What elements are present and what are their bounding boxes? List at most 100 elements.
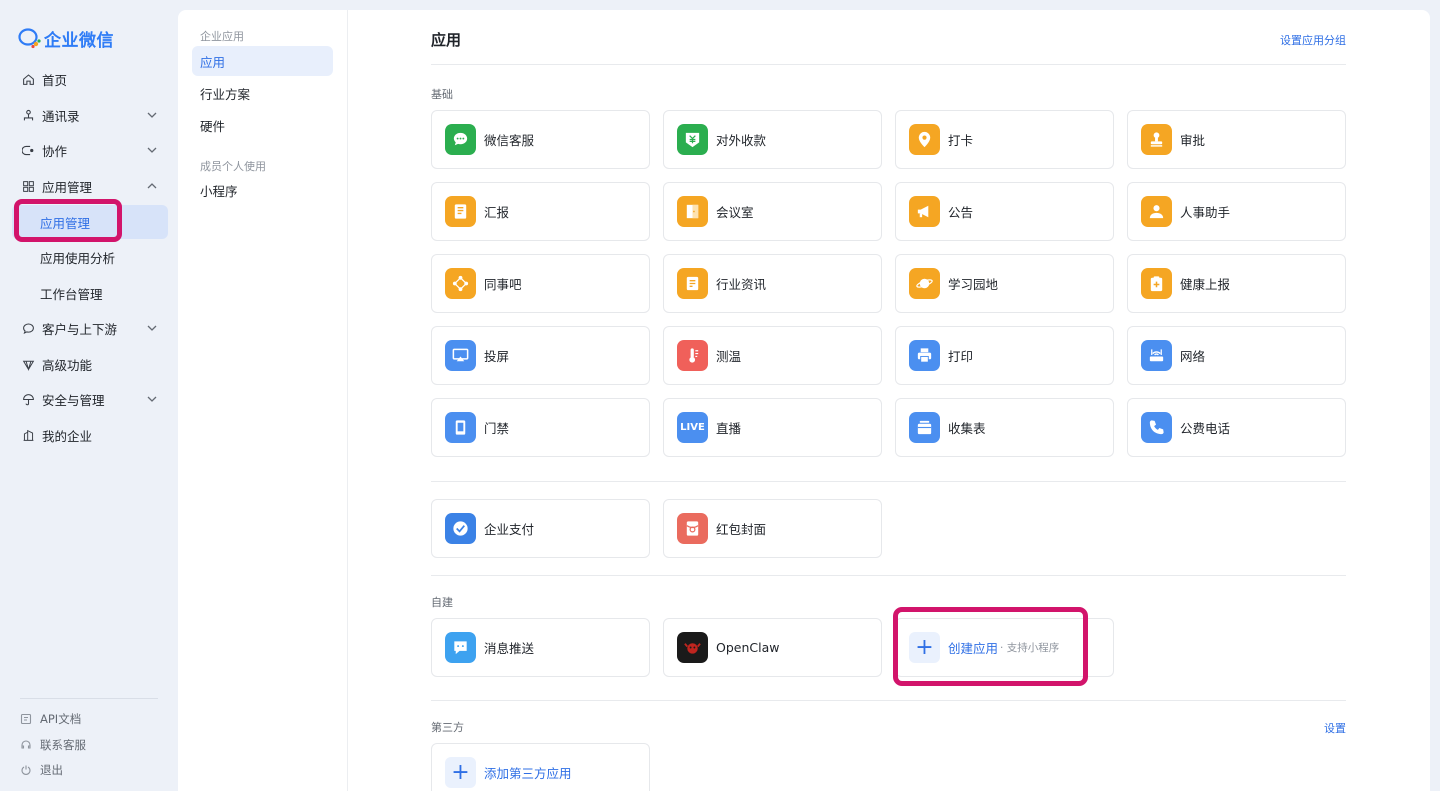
nav-collab[interactable]: 协作 (12, 133, 168, 167)
router-icon (1141, 340, 1172, 371)
collab-icon (20, 142, 36, 158)
app-card[interactable]: 审批 (1127, 110, 1346, 169)
app-label: 投屏 (484, 349, 510, 364)
app-label: 收集表 (948, 421, 986, 436)
app-label: 网络 (1180, 349, 1206, 364)
page-title: 应用 (431, 31, 462, 49)
nav-label: 工作台管理 (40, 286, 103, 302)
wechat-cs-icon (445, 124, 476, 155)
door-icon (677, 196, 708, 227)
building-icon (20, 427, 36, 443)
add-third-party-card[interactable]: + 添加第三方应用 (431, 743, 650, 791)
wecom-logo[interactable]: 企业微信 (18, 26, 114, 51)
nav-contact-support[interactable]: 联系客服 (20, 735, 86, 755)
app-label: 汇报 (484, 205, 510, 220)
app-label: 门禁 (484, 421, 510, 436)
nav-label: 通讯录 (42, 108, 80, 124)
third-party-settings-link[interactable]: 设置 (1324, 720, 1346, 736)
nav-label: 客户与上下游 (42, 321, 118, 337)
nav-logout[interactable]: 退出 (20, 760, 63, 780)
app-card[interactable]: 门禁 (431, 398, 650, 457)
logo-text: 企业微信 (44, 30, 114, 51)
nav-label: 我的企业 (42, 428, 93, 444)
subnav-item-miniprogram[interactable]: 小程序 (192, 175, 333, 205)
news-icon (677, 268, 708, 299)
app-card[interactable]: 打印 (895, 326, 1114, 385)
nav-bottom-label: 联系客服 (40, 738, 86, 752)
nav-api-docs[interactable]: API文档 (20, 709, 81, 729)
app-card[interactable]: 打卡 (895, 110, 1114, 169)
screen-cast-icon (445, 340, 476, 371)
app-card[interactable]: 企业支付 (431, 499, 650, 558)
app-card[interactable]: 对外收款 (663, 110, 882, 169)
section-label-third-party: 第三方 (431, 721, 464, 734)
nav-sub-app-analytics[interactable]: 应用使用分析 (12, 240, 168, 274)
printer-icon (909, 340, 940, 371)
pay-icon (445, 513, 476, 544)
nav-label: 应用管理 (42, 179, 93, 195)
org-chart-icon (20, 107, 36, 123)
app-card[interactable]: 行业资讯 (663, 254, 882, 313)
home-icon (20, 71, 36, 87)
app-card[interactable]: 测温 (663, 326, 882, 385)
app-card[interactable]: 消息推送 (431, 618, 650, 677)
divider (431, 481, 1346, 482)
planet-icon (909, 268, 940, 299)
app-card[interactable]: 红包封面 (663, 499, 882, 558)
app-label: 对外收款 (716, 133, 767, 148)
access-door-icon (445, 412, 476, 443)
nav-sub-workbench[interactable]: 工作台管理 (12, 276, 168, 310)
app-label: 打卡 (948, 133, 974, 148)
app-card[interactable]: 会议室 (663, 182, 882, 241)
app-card[interactable]: 同事吧 (431, 254, 650, 313)
divider (431, 575, 1346, 576)
app-label: 红包封面 (716, 522, 767, 537)
app-card[interactable]: 人事助手 (1127, 182, 1346, 241)
report-icon (445, 196, 476, 227)
live-icon: LIVE (677, 412, 708, 443)
plus-icon: + (445, 757, 476, 788)
thermometer-icon (677, 340, 708, 371)
app-card[interactable]: LIVE 直播 (663, 398, 882, 457)
nav-label: 应用使用分析 (40, 250, 116, 266)
nav-contacts[interactable]: 通讯录 (12, 98, 168, 132)
nav-customers[interactable]: 客户与上下游 (12, 311, 168, 345)
set-app-group-link[interactable]: 设置应用分组 (1280, 32, 1346, 48)
chevron-down-icon (147, 112, 157, 118)
red-packet-icon (677, 513, 708, 544)
nav-security[interactable]: 安全与管理 (12, 382, 168, 416)
app-card[interactable]: OpenClaw (663, 618, 882, 677)
app-card[interactable]: 汇报 (431, 182, 650, 241)
chevron-up-icon (147, 183, 157, 189)
nav-advanced[interactable]: 高级功能 (12, 347, 168, 381)
nav-my-company[interactable]: 我的企业 (12, 418, 168, 452)
app-label: 公告 (948, 205, 974, 220)
collect-form-icon (909, 412, 940, 443)
power-icon (21, 765, 31, 775)
subnav-item-industry[interactable]: 行业方案 (192, 78, 333, 108)
app-label: 学习园地 (948, 277, 999, 292)
app-card[interactable]: 学习园地 (895, 254, 1114, 313)
app-card[interactable]: 微信客服 (431, 110, 650, 169)
wecom-logo-icon (18, 28, 41, 49)
nav-label: 安全与管理 (42, 392, 105, 408)
umbrella-icon (20, 391, 36, 407)
subnav-item-apps[interactable]: 应用 (192, 46, 333, 76)
subnav-item-hardware[interactable]: 硬件 (192, 110, 333, 140)
divider (431, 700, 1346, 701)
app-label: 打印 (948, 349, 974, 364)
subnav-caption-enterprise: 企业应用 (200, 30, 244, 43)
app-card[interactable]: 收集表 (895, 398, 1114, 457)
nav-app-management[interactable]: 应用管理 (12, 169, 168, 203)
app-card[interactable]: 网络 (1127, 326, 1346, 385)
app-card[interactable]: 公告 (895, 182, 1114, 241)
app-label: 消息推送 (484, 641, 535, 656)
section-label-self-built: 自建 (431, 596, 453, 609)
nav-label: 首页 (42, 72, 68, 88)
phone-icon (1141, 412, 1172, 443)
nav-home[interactable]: 首页 (12, 62, 168, 96)
app-card[interactable]: 公费电话 (1127, 398, 1346, 457)
app-card[interactable]: 投屏 (431, 326, 650, 385)
app-card[interactable]: 健康上报 (1127, 254, 1346, 313)
health-clipboard-icon (1141, 268, 1172, 299)
